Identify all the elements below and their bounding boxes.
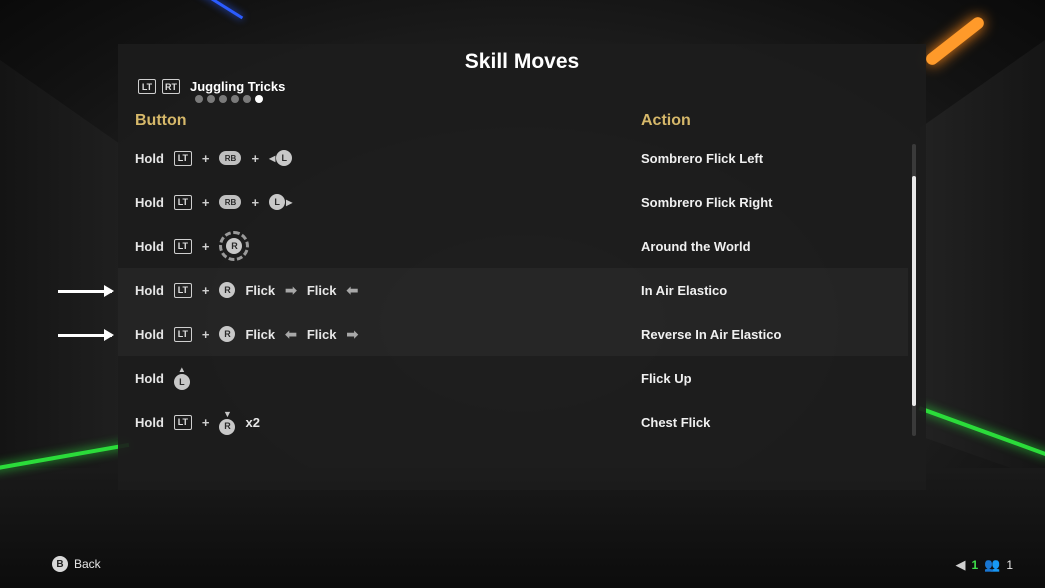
flick-label: Flick — [306, 282, 337, 298]
list-scrollbar[interactable] — [912, 144, 916, 436]
lt-trigger-icon[interactable]: LT — [138, 79, 156, 94]
page-dot — [243, 95, 251, 103]
back-label: Back — [74, 557, 101, 571]
flick-label: Flick — [245, 282, 276, 298]
arrow-left-icon: ⬅ — [285, 325, 297, 342]
right-stick-icon: R — [219, 282, 236, 298]
page-dot — [195, 95, 203, 103]
action-label: Sombrero Flick Right — [641, 194, 773, 210]
controller-count: 1 — [971, 558, 979, 572]
skill-row[interactable]: Hold ▲ L Flick Up — [118, 356, 908, 400]
hold-label: Hold — [135, 194, 164, 210]
plus-icon: + — [251, 194, 260, 210]
controller-icon: ◀ — [955, 557, 966, 572]
column-header-action: Action — [641, 112, 691, 129]
lt-button-icon: LT — [173, 150, 192, 166]
button-combo: Hold LT + RB + L ▶ — [135, 194, 292, 210]
scrollbar-thumb[interactable] — [912, 176, 916, 406]
lt-button-icon: LT — [173, 194, 192, 210]
right-stick-press-icon: ▼ R — [219, 409, 236, 435]
b-button-icon: B — [52, 556, 68, 572]
page-dot — [219, 95, 227, 103]
category-selector[interactable]: LT RT Juggling Tricks — [138, 79, 285, 94]
action-label: Around the World — [641, 238, 751, 254]
arrow-left-icon: ⬅ — [346, 281, 359, 298]
plus-icon: + — [201, 414, 210, 430]
action-label: Sombrero Flick Left — [641, 150, 764, 166]
page-dot-active — [255, 95, 263, 103]
background-wall-left — [0, 60, 120, 480]
skill-row[interactable]: Hold LT + R Around the World — [118, 224, 908, 268]
left-stick-up-icon: ▲ L — [173, 366, 190, 390]
hold-label: Hold — [135, 238, 164, 254]
flick-label: Flick — [306, 326, 337, 342]
skill-moves-panel: Skill Moves LT RT Juggling Tricks Button… — [118, 44, 926, 490]
hold-label: Hold — [135, 282, 164, 298]
rt-trigger-icon[interactable]: RT — [162, 79, 180, 94]
hold-label: Hold — [135, 326, 164, 342]
plus-icon: + — [201, 282, 210, 298]
button-combo: Hold LT + RB + ◀ L — [135, 150, 293, 166]
action-label: In Air Elastico — [641, 282, 728, 298]
status-indicators: ◀ 1 👥 1 — [955, 557, 1013, 573]
skill-row[interactable]: Hold LT + RB + ◀ L Sombrero Flick Left — [118, 136, 908, 180]
hold-label: Hold — [135, 150, 164, 166]
users-icon: 👥 — [984, 557, 1001, 572]
page-title: Skill Moves — [464, 50, 580, 73]
button-combo: Hold LT + R — [135, 231, 250, 261]
category-page-dots — [195, 95, 263, 103]
hold-label: Hold — [135, 370, 164, 386]
arrow-right-icon: ➡ — [285, 281, 297, 298]
times-label: x2 — [245, 414, 260, 430]
flick-label: Flick — [245, 326, 276, 342]
annotation-arrow-icon — [58, 329, 114, 341]
neon-light-blue — [156, 0, 244, 20]
user-count: 1 — [1006, 558, 1013, 572]
skill-row[interactable]: Hold LT + R Flick ➡ Flick ⬅ In Air Elast… — [118, 268, 908, 312]
plus-icon: + — [201, 194, 210, 210]
plus-icon: + — [201, 150, 210, 166]
button-combo: Hold ▲ L — [135, 366, 190, 390]
button-combo: Hold LT + R Flick ⬅ Flick ➡ — [135, 326, 358, 343]
plus-icon: + — [201, 326, 210, 342]
action-label: Flick Up — [641, 370, 692, 386]
right-stick-rotate-icon: R — [219, 231, 250, 261]
annotation-arrow-icon — [58, 285, 114, 297]
column-header-button: Button — [135, 112, 187, 129]
rb-button-icon: RB — [219, 151, 242, 165]
button-combo: Hold LT + R Flick ➡ Flick ⬅ — [135, 282, 358, 299]
neon-light-orange — [923, 14, 987, 68]
rb-button-icon: RB — [219, 195, 242, 209]
skill-row[interactable]: Hold LT + RB + L ▶ Sombrero Flick Right — [118, 180, 908, 224]
back-button[interactable]: B Back — [52, 556, 101, 572]
lt-button-icon: LT — [173, 414, 192, 430]
button-combo: Hold LT + ▼ R x2 — [135, 409, 260, 435]
skill-row[interactable]: Hold LT + ▼ R x2 Chest Flick — [118, 400, 908, 444]
lt-button-icon: LT — [173, 238, 192, 254]
page-dot — [231, 95, 239, 103]
lt-button-icon: LT — [173, 282, 192, 298]
page-dot — [207, 95, 215, 103]
left-stick-left-icon: ◀ L — [269, 150, 293, 166]
plus-icon: + — [251, 150, 260, 166]
plus-icon: + — [201, 238, 210, 254]
hold-label: Hold — [135, 414, 164, 430]
action-label: Chest Flick — [641, 414, 711, 430]
lt-button-icon: LT — [173, 326, 192, 342]
left-stick-right-icon: L ▶ — [269, 194, 292, 210]
arrow-right-icon: ➡ — [346, 325, 359, 342]
action-label: Reverse In Air Elastico — [641, 326, 782, 342]
skill-move-list: Hold LT + RB + ◀ L Sombrero Flick Left Ho… — [118, 136, 908, 444]
right-stick-icon: R — [219, 326, 236, 342]
skill-row[interactable]: Hold LT + R Flick ⬅ Flick ➡ Reverse In A… — [118, 312, 908, 356]
category-label: Juggling Tricks — [190, 79, 286, 94]
